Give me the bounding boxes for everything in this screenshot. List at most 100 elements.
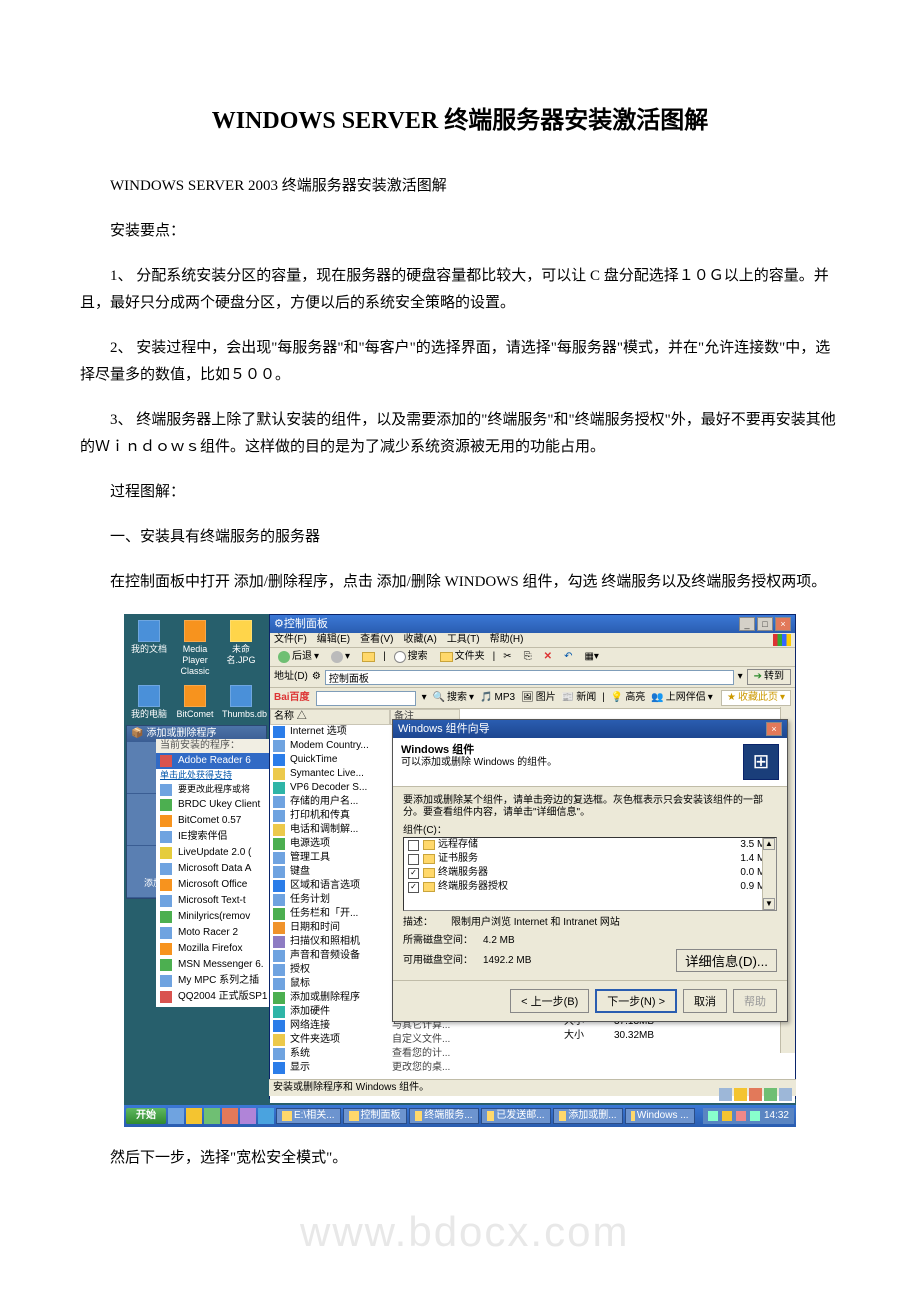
component-row[interactable]: ✓ 终端服务器 0.0 MB bbox=[404, 866, 776, 880]
views-button[interactable]: ▦▾ bbox=[580, 650, 602, 664]
wizard-close-button[interactable]: × bbox=[766, 722, 782, 736]
quicklaunch-icon[interactable] bbox=[186, 1108, 202, 1124]
component-row[interactable]: 远程存储 3.5 MB bbox=[404, 838, 776, 852]
start-button[interactable]: 开始 bbox=[126, 1108, 166, 1124]
list-item[interactable]: 管理工具 bbox=[270, 851, 390, 865]
up-button[interactable] bbox=[358, 651, 379, 663]
list-item[interactable]: QQ2004 正式版SP1 bbox=[156, 989, 269, 1005]
listbox-scrollbar[interactable]: ▲ ▼ bbox=[762, 838, 776, 910]
taskbar-task[interactable]: Windows ... bbox=[625, 1108, 695, 1124]
list-item[interactable]: BitComet 0.57 bbox=[156, 813, 269, 829]
list-item[interactable]: VP6 Decoder S... bbox=[270, 781, 390, 795]
undo-button[interactable]: ↶ bbox=[560, 650, 576, 664]
cut-button[interactable]: ✂ bbox=[499, 650, 515, 664]
desktop-icon[interactable]: 我的电脑 bbox=[130, 685, 168, 720]
list-item[interactable]: 添加硬件 bbox=[270, 1005, 390, 1019]
list-item[interactable]: 声音和音频设备 bbox=[270, 949, 390, 963]
list-item[interactable]: Microsoft Data A bbox=[156, 861, 269, 877]
tray-icon[interactable] bbox=[779, 1088, 792, 1101]
baidu-news-button[interactable]: 📰新闻 bbox=[562, 692, 596, 704]
baidu-search-input[interactable] bbox=[316, 691, 416, 706]
system-tray[interactable]: 14:32 bbox=[703, 1108, 794, 1124]
tray-icon[interactable] bbox=[764, 1088, 777, 1101]
list-item[interactable]: 区域和语言选项 bbox=[270, 879, 390, 893]
desktop-icon[interactable]: 未命名.JPG bbox=[222, 620, 260, 676]
list-item[interactable]: IE搜索伴侣 bbox=[156, 829, 269, 845]
list-item[interactable]: 任务计划 bbox=[270, 893, 390, 907]
scroll-up-button[interactable]: ▲ bbox=[763, 838, 775, 850]
delete-button[interactable]: ✕ bbox=[540, 650, 556, 664]
checkbox[interactable] bbox=[408, 854, 419, 865]
tray-icon[interactable] bbox=[722, 1111, 732, 1121]
list-item[interactable]: Internet 选项 bbox=[270, 725, 390, 739]
taskbar-task[interactable]: 控制面板 bbox=[343, 1108, 407, 1124]
components-listbox[interactable]: 远程存储 3.5 MB 证书服务 1.4 MB ✓ 终端服务器 bbox=[403, 837, 777, 911]
list-item[interactable]: 键盘 bbox=[270, 865, 390, 879]
list-item[interactable]: QQ2005 Beta1 bbox=[156, 1005, 269, 1007]
wizard-titlebar[interactable]: Windows 组件向导 × bbox=[393, 720, 787, 738]
list-item[interactable]: 文件夹选项 bbox=[270, 1033, 390, 1047]
list-item[interactable]: 任务栏和「开... bbox=[270, 907, 390, 921]
baidu-highlight-button[interactable]: 💡高亮 bbox=[611, 692, 645, 704]
menu-help[interactable]: 帮助(H) bbox=[490, 634, 524, 646]
menu-file[interactable]: 文件(F) bbox=[274, 634, 307, 646]
component-row[interactable]: ✓ 终端服务器授权 0.9 MB bbox=[404, 880, 776, 894]
list-item[interactable]: 显示 bbox=[270, 1061, 390, 1075]
menu-tools[interactable]: 工具(T) bbox=[447, 634, 480, 646]
arp-program-list[interactable]: 当前安装的程序： Adobe Reader 6 单击此处获得支持 要更改此程序或… bbox=[156, 739, 269, 1007]
tray-icon[interactable] bbox=[750, 1111, 760, 1121]
list-item[interactable]: 打印机和传真 bbox=[270, 809, 390, 823]
list-item[interactable]: My MPC 系列之插 bbox=[156, 973, 269, 989]
quicklaunch-icon[interactable] bbox=[168, 1108, 184, 1124]
desktop-icon[interactable]: Thumbs.db bbox=[222, 685, 260, 720]
quicklaunch-icon[interactable] bbox=[222, 1108, 238, 1124]
list-item[interactable]: Microsoft Office bbox=[156, 877, 269, 893]
tray-icon[interactable] bbox=[708, 1111, 718, 1121]
cancel-button[interactable]: 取消 bbox=[683, 989, 727, 1013]
list-item[interactable]: 电话和调制解... bbox=[270, 823, 390, 837]
tray-icon[interactable] bbox=[734, 1088, 747, 1101]
list-item[interactable]: Minilyrics(remov bbox=[156, 909, 269, 925]
list-item[interactable]: MSN Messenger 6. bbox=[156, 957, 269, 973]
list-item[interactable]: Mozilla Firefox bbox=[156, 941, 269, 957]
list-item[interactable]: 授权 bbox=[270, 963, 390, 977]
back-button[interactable]: 后退 ▾ bbox=[274, 650, 323, 664]
list-item[interactable]: Moto Racer 2 bbox=[156, 925, 269, 941]
taskbar-task[interactable]: 终端服务... bbox=[409, 1108, 479, 1124]
copy-button[interactable]: ⎘ bbox=[520, 650, 536, 664]
list-item[interactable]: Symantec Live... bbox=[270, 767, 390, 781]
quicklaunch-icon[interactable] bbox=[258, 1108, 274, 1124]
checkbox[interactable] bbox=[408, 840, 419, 851]
list-item[interactable]: 系统 bbox=[270, 1047, 390, 1061]
forward-button[interactable]: ▾ bbox=[327, 650, 354, 664]
desktop-icon[interactable]: 我的文档 bbox=[130, 620, 168, 676]
list-item[interactable]: 日期和时间 bbox=[270, 921, 390, 935]
list-item[interactable]: 存储的用户名... bbox=[270, 795, 390, 809]
desktop-icon[interactable]: Media Player Classic bbox=[176, 620, 214, 676]
baidu-search-button[interactable]: 🔍搜索 ▾ bbox=[433, 692, 474, 704]
help-button[interactable]: 帮助 bbox=[733, 989, 777, 1013]
taskbar-task[interactable]: E:\相关... bbox=[276, 1108, 341, 1124]
search-button[interactable]: 搜索 bbox=[390, 650, 432, 664]
address-input[interactable] bbox=[325, 670, 734, 685]
baidu-partner-button[interactable]: 👥上网伴侣 ▾ bbox=[651, 692, 712, 704]
checkbox[interactable]: ✓ bbox=[408, 882, 419, 893]
details-button[interactable]: 详细信息(D)... bbox=[676, 949, 777, 972]
tray-icon[interactable] bbox=[719, 1088, 732, 1101]
close-button[interactable]: × bbox=[775, 617, 791, 631]
bookmark-button[interactable]: ★收藏此页 ▾ bbox=[721, 690, 791, 706]
tray-icon[interactable] bbox=[749, 1088, 762, 1101]
folders-button[interactable]: 文件夹 bbox=[436, 650, 489, 664]
maximize-button[interactable]: □ bbox=[757, 617, 773, 631]
baidu-mp3-button[interactable]: 🎵MP3 bbox=[480, 692, 515, 704]
menu-fav[interactable]: 收藏(A) bbox=[403, 634, 436, 646]
list-item[interactable]: QuickTime bbox=[270, 753, 390, 767]
list-item[interactable]: 电源选项 bbox=[270, 837, 390, 851]
col-name[interactable]: 名称 △ bbox=[270, 709, 390, 725]
menu-edit[interactable]: 编辑(E) bbox=[317, 634, 350, 646]
list-item[interactable]: 网络连接 bbox=[270, 1019, 390, 1033]
desktop-icon[interactable]: BitComet bbox=[176, 685, 214, 720]
menu-view[interactable]: 查看(V) bbox=[360, 634, 393, 646]
back-button[interactable]: < 上一步(B) bbox=[510, 989, 589, 1013]
taskbar-task[interactable]: 添加或删... bbox=[553, 1108, 623, 1124]
